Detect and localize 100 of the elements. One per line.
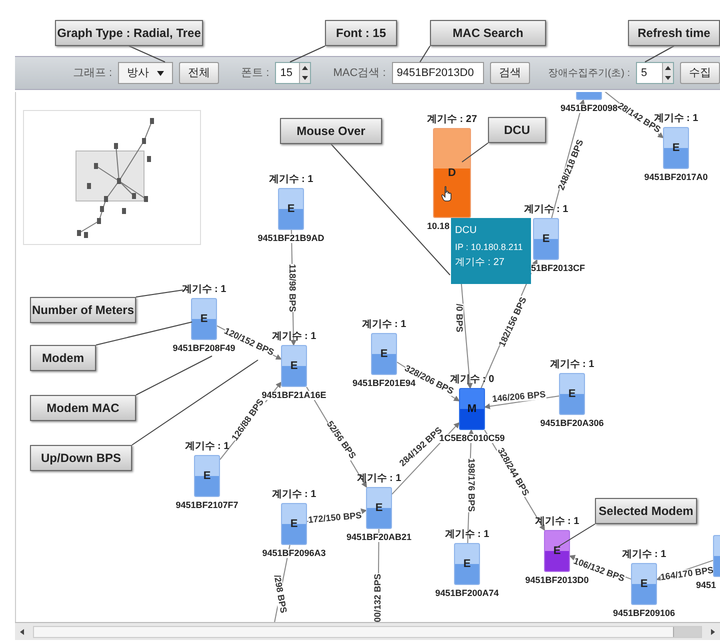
scrollbar-thumb[interactable] (673, 626, 701, 636)
annotation-callout: Mouse Over (280, 118, 382, 144)
node-letter: E (203, 468, 211, 484)
node-box[interactable]: E (371, 333, 397, 375)
meter-count: 계기수 : 1 (362, 320, 406, 330)
tooltip-ip: IP : 10.180.8.211 (455, 241, 524, 254)
node-box[interactable]: M (459, 388, 485, 430)
mac-label: 9451BF20AB21 (346, 533, 412, 542)
leader-line (128, 46, 166, 62)
mac-label: 1C5E8C010C59 (439, 434, 505, 443)
horizontal-scrollbar[interactable] (15, 622, 720, 640)
meter-count: 계기수 : 1 (356, 474, 402, 484)
tooltip-count: 계기수 : 27 (455, 256, 506, 270)
node-letter: E (542, 232, 550, 247)
meter-count: 계기수 : 1 (184, 442, 230, 452)
node-letter: E (568, 386, 576, 402)
mac-label: 10.18 (427, 222, 450, 231)
node-box[interactable]: E (366, 487, 392, 529)
mac-label: 9451BF200A74 (435, 589, 499, 598)
node-letter: E (375, 500, 383, 516)
node-box[interactable]: D (433, 128, 471, 218)
node-box[interactable]: E (663, 127, 689, 169)
node-box[interactable]: E (631, 563, 657, 605)
mac-label: 9451BF2017A0 (644, 173, 708, 182)
bps-label: 198/176 BPS (466, 458, 476, 512)
mac-label: 9451BF20098 (560, 104, 618, 113)
bps-label: /0 BPS (454, 304, 464, 332)
node-box[interactable]: E (194, 455, 220, 497)
interval-label: 장애수집주기(초) : (548, 66, 630, 80)
node-letter: E (672, 140, 680, 156)
annotation-callout: Modem (30, 345, 96, 371)
annotation-callout: DCU (488, 117, 546, 143)
graph-label: 그래프 : (72, 66, 112, 81)
font-label: 폰트 : (241, 66, 270, 81)
bps-label: 146/206 BPS (492, 390, 546, 404)
mac-label: 9451BF208F49 (172, 344, 236, 353)
caret-icon (157, 70, 164, 76)
meter-count: 계기수 : 27 (427, 115, 477, 125)
annotation-callout: Font : 15 (325, 20, 397, 46)
node-box[interactable]: E (281, 503, 307, 545)
meter-count: 계기수 : 1 (534, 517, 580, 527)
number-spinner[interactable]: 5 (636, 62, 674, 84)
node-letter: E (553, 544, 561, 559)
node-box[interactable]: E (544, 530, 570, 572)
node-letter: E (640, 576, 648, 592)
leader-line (462, 142, 488, 162)
mac-label: 9451BF20A306 (540, 419, 604, 428)
mac-label: 9451BF2107F7 (176, 501, 238, 510)
node-box[interactable]: E (281, 345, 307, 387)
bps-label: 00/132 BPS (374, 574, 382, 622)
meter-count: 계기수 : 1 (524, 205, 568, 215)
annotation-callout: MAC Search (430, 20, 546, 46)
mac-label: 9451BF21B9AD (258, 234, 324, 243)
node-box[interactable]: E (191, 298, 217, 340)
mac-label: 51BF2013CF (531, 264, 586, 273)
mac-label: 9451 (696, 581, 716, 590)
meter-count: 계기수 : 1 (182, 285, 226, 295)
annotation-callout: Up/Down BPS (30, 445, 132, 471)
leader-line (420, 46, 430, 62)
annotation-callout: Modem MAC (30, 395, 136, 421)
bps-label: 118/98 BPS (288, 264, 296, 312)
node-letter: E (380, 346, 388, 362)
meter-count: 계기수 : 1 (268, 175, 314, 185)
leader-line (290, 46, 326, 62)
node-box[interactable]: E (454, 543, 480, 585)
node-letter: D (448, 166, 456, 181)
graph-type-select[interactable]: 방사 (118, 62, 174, 84)
node-box[interactable]: E (559, 373, 585, 415)
node-letter: E (290, 516, 298, 532)
hand-cursor-icon (441, 186, 453, 202)
meter-count: 계기수 : 1 (272, 490, 316, 500)
annotation-callout: Number of Meters (30, 297, 136, 323)
node-letter: E (290, 358, 298, 374)
mac-label: 9451BF2013D0 (525, 576, 589, 585)
mac-label: 9451BF2096A3 (262, 549, 326, 558)
meter-count: 계기수 : 1 (550, 360, 594, 370)
tooltip-title: DCU (455, 224, 478, 238)
toolbar-button[interactable]: 검색 (490, 62, 530, 84)
node-box[interactable]: E (533, 218, 559, 260)
bps-label: 172/150 BPS (308, 511, 362, 525)
leader-line (644, 46, 674, 62)
node-letter: E (463, 556, 471, 572)
annotation-callout: Graph Type : Radial, Tree (55, 20, 203, 46)
node-letter: E (200, 312, 208, 327)
annotation-callout: Refresh time (628, 20, 720, 46)
mac-search-field[interactable]: 9451BF2013D0 (392, 62, 484, 84)
toolbar-button[interactable]: 수집 (680, 62, 720, 84)
node-letter: E (287, 202, 295, 217)
mac-label: 9451BF21A16E (262, 391, 326, 400)
bps-label: /298 BPS (272, 574, 288, 614)
annotation-callout: Selected Modem (595, 498, 697, 524)
mac-search-label: MAC검색 : (333, 66, 386, 81)
toolbar-button[interactable]: 전체 (179, 62, 220, 84)
meter-count: 계기수 : 1 (444, 530, 490, 540)
node-box[interactable]: E (278, 188, 304, 230)
bps-label: 164/170 BPS (660, 566, 714, 582)
number-spinner[interactable]: 15 (275, 62, 312, 84)
mac-label: 9451BF209106 (612, 609, 676, 618)
leader-line (136, 290, 184, 298)
node-letter: M (467, 402, 477, 417)
